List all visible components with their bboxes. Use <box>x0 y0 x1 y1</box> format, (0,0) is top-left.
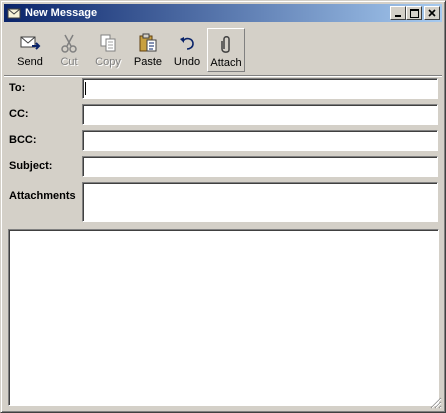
send-label: Send <box>17 56 43 68</box>
scissors-icon <box>61 34 77 53</box>
text-caret <box>85 82 86 95</box>
maximize-button[interactable] <box>406 6 422 20</box>
send-button[interactable]: Send <box>11 28 49 72</box>
send-icon <box>20 36 41 50</box>
copy-label: Copy <box>95 56 121 68</box>
cc-field[interactable] <box>82 104 438 125</box>
cut-label: Cut <box>60 56 78 68</box>
minimize-button[interactable] <box>390 6 406 20</box>
message-body[interactable] <box>8 229 439 406</box>
paste-button[interactable]: Paste <box>129 28 167 72</box>
subject-field[interactable] <box>82 156 438 177</box>
attachments-field[interactable] <box>82 182 438 222</box>
bcc-field[interactable] <box>82 130 438 151</box>
window-title: New Message <box>25 7 98 19</box>
cc-label: CC: <box>9 108 29 120</box>
copy-icon <box>100 34 116 52</box>
attachments-label: Attachments <box>9 190 76 202</box>
minimize-icon <box>395 15 401 17</box>
close-icon <box>428 9 436 17</box>
close-button[interactable] <box>424 6 440 20</box>
undo-icon <box>180 37 194 50</box>
undo-button[interactable]: Undo <box>168 28 206 72</box>
subject-label: Subject: <box>9 160 53 172</box>
undo-label: Undo <box>173 56 201 68</box>
maximize-icon <box>409 8 419 18</box>
attach-label: Attach <box>210 57 242 69</box>
paste-icon <box>139 33 157 52</box>
toolbar: Send Cut Copy Paste Undo Attach <box>9 28 247 72</box>
title-bar[interactable]: New Message <box>4 4 442 22</box>
paperclip-icon <box>221 36 230 53</box>
bcc-label: BCC: <box>9 134 37 146</box>
copy-button[interactable]: Copy <box>89 28 127 72</box>
to-label: To: <box>9 82 26 94</box>
attach-button[interactable]: Attach <box>207 28 245 72</box>
new-message-window: New Message Send Cut Copy Paste Undo Att… <box>0 0 446 413</box>
to-field[interactable] <box>82 78 438 99</box>
cut-button[interactable]: Cut <box>50 28 88 72</box>
resize-grip-icon[interactable] <box>430 397 442 409</box>
paste-label: Paste <box>133 56 163 68</box>
toolbar-divider <box>4 75 442 77</box>
envelope-icon <box>7 8 21 19</box>
